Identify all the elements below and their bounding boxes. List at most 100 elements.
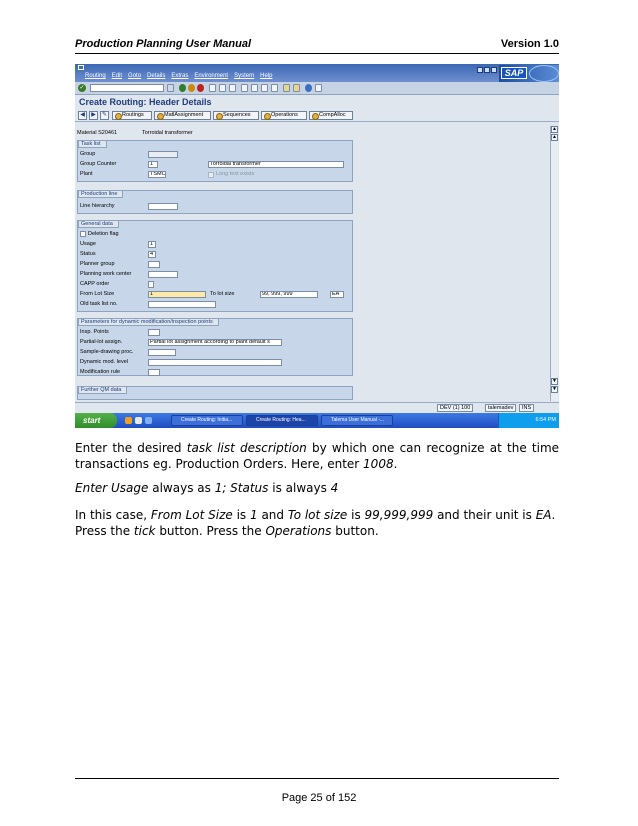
menu-edit[interactable]: Edit [112,73,122,79]
header-details-form: Material S20461 Torroidal transformer Ta… [75,124,550,400]
first-page-icon[interactable] [241,84,248,92]
minimize-icon[interactable] [477,67,483,73]
enter-check-icon[interactable]: ✓ [78,84,86,92]
dynamic-mod-select[interactable] [148,359,282,366]
menu-help[interactable]: Help [260,73,272,79]
deletion-flag-checkbox[interactable] [80,231,86,237]
comp-alloc-button[interactable]: CompAlloc [309,111,353,120]
plant-field[interactable]: TSMO [148,171,166,178]
group-field[interactable] [148,151,178,158]
back-icon[interactable] [179,84,186,92]
find-next-icon[interactable] [229,84,236,92]
system-info[interactable]: DEV (1) 100 [437,404,474,412]
quick-launch-desktop-icon[interactable] [135,417,142,424]
scroll-up-icon[interactable]: ▲ [551,126,558,133]
menu-system[interactable]: System [234,73,254,79]
sap-menu: Routing Edit Goto Details Extras Environ… [85,73,272,79]
menu-extras[interactable]: Extras [171,73,188,79]
instruction-paragraph-2: Enter Usage always as 1; Status is alway… [75,480,559,496]
previous-page-icon[interactable] [251,84,258,92]
save-icon[interactable] [167,84,174,92]
previous-arrow-icon[interactable]: ◀ [78,111,87,120]
insp-points-field[interactable] [148,329,160,336]
p3-emphasis-d: 99,999,999 [364,508,434,522]
shortcut-icon[interactable] [293,84,300,92]
capp-order-label: CAPP order [80,281,110,287]
sample-drawing-field[interactable] [148,349,176,356]
p3-emphasis-e: EA [535,508,552,522]
p1-emphasis-a: task list description [186,441,307,455]
p3-text-h: button. [331,524,379,538]
taskbar-item-create-routing-initial[interactable]: Create Routing: Initia... [171,415,243,426]
long-text-checkbox[interactable] [208,172,214,178]
change-icon[interactable]: ✎ [100,111,109,120]
matl-assignment-button[interactable]: MatlAssignment [154,111,211,120]
material-number: S20461 [98,130,118,136]
scroll-page-down-icon[interactable]: ▼ [551,378,558,385]
footer-divider [75,778,559,779]
document-version: Version 1.0 [500,38,559,50]
sequences-button[interactable]: Sequences [213,111,259,120]
line-hierarchy-field[interactable] [148,203,178,210]
p3-text-d: is [347,508,365,522]
next-page-icon[interactable] [261,84,268,92]
quick-launch-media-icon[interactable] [145,417,152,424]
task-list-description-field[interactable]: Torroidal transformer [208,161,344,168]
to-lot-size-field[interactable]: 99, 999, 999 [260,291,318,298]
group-counter-field[interactable]: 1 [148,161,158,168]
quick-launch-browser-icon[interactable] [125,417,132,424]
modification-rule-label: Modification rule [80,369,121,375]
scroll-page-up-icon[interactable]: ▲ [551,134,558,141]
sap-menu-bar: Routing Edit Goto Details Extras Environ… [75,64,559,82]
sap-logo-mark: SAP [501,67,527,79]
find-icon[interactable] [219,84,226,92]
vertical-scrollbar[interactable]: ▲ ▲ ▼ ▼ [550,126,558,401]
instruction-paragraph-3: In this case, From Lot Size is 1 and To … [75,507,559,539]
start-button[interactable]: start [75,413,117,428]
partial-lot-select[interactable]: Partial lot assignment according to plan… [148,339,282,346]
planning-work-center-field[interactable] [148,271,178,278]
sap-standard-toolbar: ✓ [75,82,559,95]
last-page-icon[interactable] [271,84,278,92]
status-field[interactable]: 4 [148,251,156,258]
usage-field[interactable]: 1 [148,241,156,248]
group-counter-label: Group Counter [80,161,117,167]
menu-goto[interactable]: Goto [128,73,141,79]
unit-field[interactable]: EA [330,291,344,298]
production-line-group: Production line Line hierarchy [77,190,353,214]
layout-menu-icon[interactable] [315,84,322,92]
taskbar-item-create-routing-header[interactable]: Create Routing: Hea... [246,415,318,426]
system-tray: 6:54 PM [498,413,559,428]
operations-button[interactable]: Operations [261,111,307,120]
p3-emphasis-f: tick [133,524,156,538]
input-mode[interactable]: INS [519,404,535,412]
p3-emphasis-a: From Lot Size [150,508,233,522]
command-field[interactable] [90,84,164,92]
taskbar-item-user-manual[interactable]: Talema User Manual -... [321,415,393,426]
material-label: Material [77,130,97,136]
sample-drawing-label: Sample-drawing proc. [80,349,134,355]
close-icon[interactable] [491,67,497,73]
plant-label: Plant [80,171,93,177]
exit-icon[interactable] [188,84,195,92]
scroll-down-icon[interactable]: ▼ [551,386,558,393]
menu-environment[interactable]: Environment [194,73,228,79]
document-header: Production Planning User Manual Version … [75,36,559,54]
old-task-list-label: Old task list no. [80,301,118,307]
next-arrow-icon[interactable]: ▶ [89,111,98,120]
application-toolbar: ◀ ▶ ✎ Routings MatlAssignment Sequences … [75,110,559,122]
menu-routing[interactable]: Routing [85,73,106,79]
planner-group-field[interactable] [148,261,160,268]
cancel-icon[interactable] [197,84,204,92]
capp-order-field[interactable] [148,281,154,288]
menu-details[interactable]: Details [147,73,165,79]
from-lot-size-field[interactable]: 1 [148,291,206,298]
print-icon[interactable] [209,84,216,92]
modification-rule-field[interactable] [148,369,160,376]
maximize-icon[interactable] [484,67,490,73]
routings-button[interactable]: Routings [112,111,152,120]
old-task-list-field[interactable] [148,301,216,308]
window-icon[interactable] [78,65,84,70]
help-icon[interactable] [305,84,312,92]
new-session-icon[interactable] [283,84,290,92]
